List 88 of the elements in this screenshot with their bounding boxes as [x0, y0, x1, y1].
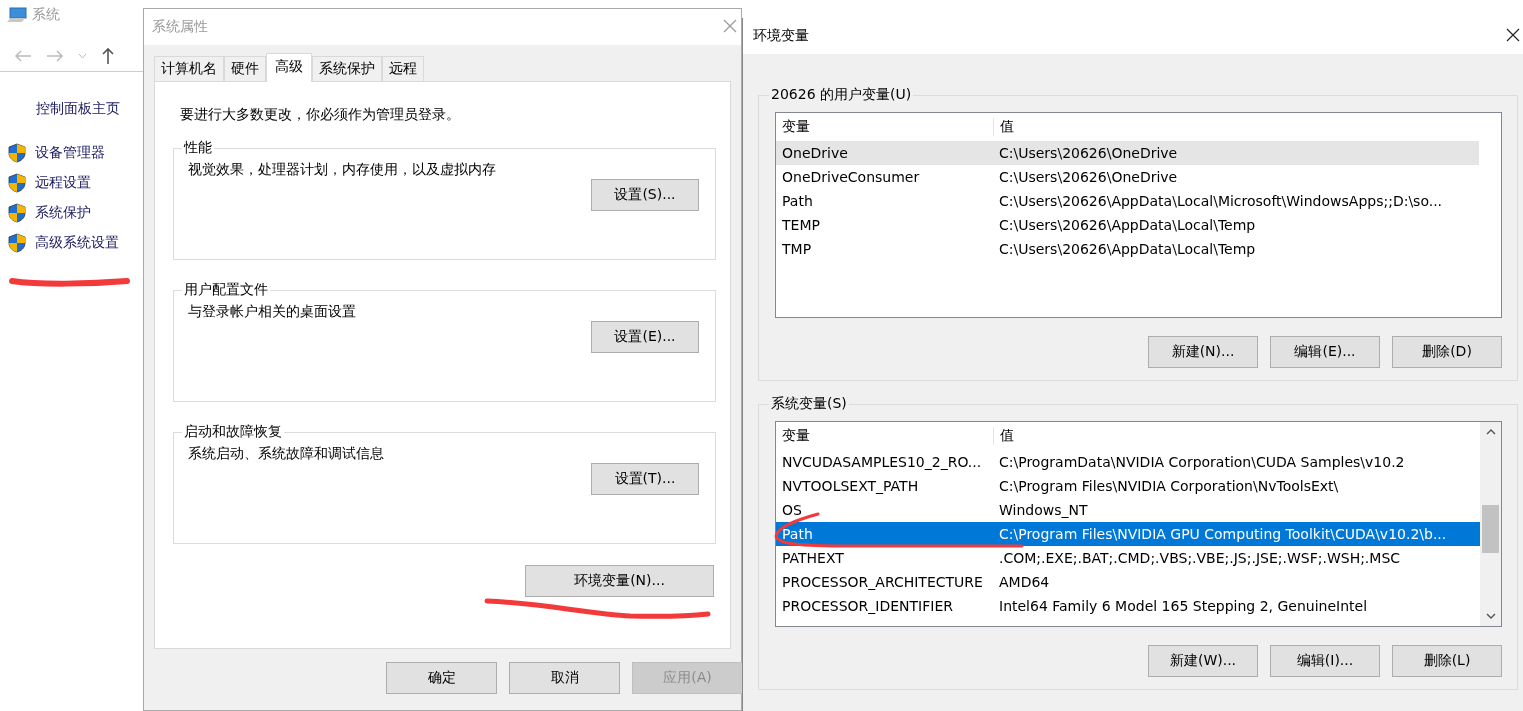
- variable-value: Intel64 Family 6 Model 165 Stepping 2, GenuineIntel: [998, 598, 1368, 614]
- scroll-down-icon[interactable]: [1485, 613, 1496, 620]
- column-header[interactable]: 值: [994, 118, 1014, 136]
- variable-value: AMD64: [998, 574, 1050, 590]
- variable-value: C:\Users\20626\OneDrive: [998, 169, 1178, 185]
- group-description: 视觉效果，处理器计划，内存使用，以及虚拟内存: [188, 161, 497, 179]
- variable-button[interactable]: 删除(L): [1392, 645, 1502, 677]
- window-title: 系统: [32, 6, 60, 24]
- section-title: 20626 的用户变量(U): [770, 86, 913, 104]
- forward-arrow-icon[interactable]: [46, 49, 64, 63]
- tab[interactable]: 计算机名: [154, 56, 224, 81]
- variable-button[interactable]: 编辑(I)...: [1270, 645, 1380, 677]
- variable-name: NVTOOLSEXT_PATH: [781, 478, 920, 494]
- tab[interactable]: 系统保护: [312, 56, 382, 81]
- scrollbar[interactable]: [1480, 422, 1501, 626]
- variable-value: C:\Users\20626\OneDrive: [998, 145, 1178, 161]
- variable-name: Path: [781, 526, 814, 542]
- group-title: 用户配置文件: [183, 281, 269, 299]
- sidebar-link[interactable]: 系统保护: [35, 204, 91, 222]
- group-title: 性能: [182, 139, 213, 157]
- variable-name: OneDrive: [781, 145, 849, 161]
- variable-value: C:\Program Files\NVIDIA Corporation\NvToolsExt\: [998, 478, 1339, 494]
- admin-notice: 要进行大多数更改，你必须作为管理员登录。: [180, 106, 461, 124]
- close-icon[interactable]: [1506, 28, 1520, 42]
- home-link[interactable]: 控制面板主页: [36, 100, 143, 118]
- variable-name: OS: [781, 502, 803, 518]
- settings-button[interactable]: 设置(S)...: [591, 179, 699, 211]
- variable-value: C:\Users\20626\AppData\Local\Microsoft\WindowsApps;;D:\so...: [998, 193, 1443, 209]
- up-arrow-icon[interactable]: [101, 47, 115, 65]
- variable-name: NVCUDASAMPLES10_2_RO...: [781, 454, 983, 470]
- settings-button[interactable]: 设置(T)...: [591, 463, 699, 495]
- variable-button[interactable]: 新建(N)...: [1148, 336, 1258, 368]
- variable-value: C:\ProgramData\NVIDIA Corporation\CUDA Samples\v10.2: [998, 454, 1405, 470]
- variable-row[interactable]: TMP C:\Users\20626\AppData\Local\Temp: [776, 237, 1479, 261]
- sidebar-link[interactable]: 高级系统设置: [35, 234, 119, 252]
- variable-value: C:\Users\20626\AppData\Local\Temp: [998, 217, 1256, 233]
- environment-variables-button[interactable]: 环境变量(N)...: [525, 565, 714, 597]
- variable-value: Windows_NT: [998, 502, 1088, 518]
- tab[interactable]: 高级: [266, 53, 312, 82]
- column-header[interactable]: 变量: [776, 427, 994, 445]
- variable-row[interactable]: PROCESSOR_ARCHITECTURE AMD64: [776, 570, 1480, 594]
- column-header[interactable]: 值: [994, 427, 1014, 445]
- shield-icon: [8, 233, 26, 253]
- variable-name: TMP: [781, 241, 813, 257]
- shield-icon: [8, 143, 26, 163]
- dialog-button[interactable]: 取消: [509, 662, 620, 694]
- tab[interactable]: 远程: [382, 56, 424, 81]
- variable-name: OneDriveConsumer: [781, 169, 921, 185]
- settings-button[interactable]: 设置(E)...: [591, 321, 699, 353]
- variable-row[interactable]: PATHEXT .COM;.EXE;.BAT;.CMD;.VBS;.VBE;.JS;.JSE;.WSF;.WSH;.MSC: [776, 546, 1480, 570]
- variable-name: Path: [781, 193, 814, 209]
- variable-button[interactable]: 新建(W)...: [1148, 645, 1258, 677]
- back-arrow-icon[interactable]: [14, 49, 32, 63]
- variable-value: .COM;.EXE;.BAT;.CMD;.VBS;.VBE;.JS;.JSE;.WSF;.WSH;.MSC: [998, 550, 1401, 566]
- dialog-title: 环境变量: [753, 27, 809, 45]
- variable-name: PROCESSOR_IDENTIFIER: [781, 598, 954, 614]
- group-description: 与登录帐户相关的桌面设置: [188, 303, 357, 321]
- scroll-up-icon[interactable]: [1485, 428, 1496, 435]
- variable-row[interactable]: PROCESSOR_IDENTIFIER Intel64 Family 6 Model 165 Stepping 2, GenuineIntel: [776, 594, 1480, 618]
- dialog-button[interactable]: 确定: [386, 662, 497, 694]
- section-title: 系统变量(S): [770, 395, 848, 413]
- group-description: 系统启动、系统故障和调试信息: [188, 445, 385, 463]
- shield-icon: [8, 173, 26, 193]
- dropdown-caret-icon[interactable]: [78, 53, 87, 59]
- variable-name: PATHEXT: [781, 550, 845, 566]
- group-title: 启动和故障恢复: [183, 423, 283, 441]
- variable-row[interactable]: NVCUDASAMPLES10_2_RO... C:\ProgramData\NVIDIA Corporation\CUDA Samples\v10.2: [776, 450, 1480, 474]
- variable-button[interactable]: 删除(D): [1392, 336, 1502, 368]
- scrollbar-thumb[interactable]: [1482, 505, 1499, 553]
- variable-row[interactable]: Path C:\Program Files\NVIDIA GPU Computing Toolkit\CUDA\v10.2\b...: [776, 522, 1480, 546]
- sidebar-link[interactable]: 设备管理器: [35, 144, 105, 162]
- variable-row[interactable]: OneDrive C:\Users\20626\OneDrive: [776, 141, 1479, 165]
- sidebar-link[interactable]: 远程设置: [35, 174, 91, 192]
- variable-row[interactable]: OneDriveConsumer C:\Users\20626\OneDrive: [776, 165, 1479, 189]
- variable-value: C:\Program Files\NVIDIA GPU Computing Toolkit\CUDA\v10.2\b...: [998, 526, 1447, 542]
- variable-row[interactable]: NVTOOLSEXT_PATH C:\Program Files\NVIDIA Corporation\NvToolsExt\: [776, 474, 1480, 498]
- dialog-title: 系统属性: [152, 18, 208, 36]
- computer-icon: [6, 7, 28, 23]
- variable-row[interactable]: TEMP C:\Users\20626\AppData\Local\Temp: [776, 213, 1479, 237]
- variable-row[interactable]: Path C:\Users\20626\AppData\Local\Microsoft\WindowsApps;;D:\so...: [776, 189, 1479, 213]
- variable-row[interactable]: OS Windows_NT: [776, 498, 1480, 522]
- column-header[interactable]: 变量: [776, 118, 994, 136]
- shield-icon: [8, 203, 26, 223]
- variable-name: TEMP: [781, 217, 821, 233]
- variable-value: C:\Users\20626\AppData\Local\Temp: [998, 241, 1256, 257]
- tab[interactable]: 硬件: [224, 56, 266, 81]
- variable-button[interactable]: 编辑(E)...: [1270, 336, 1380, 368]
- variable-name: PROCESSOR_ARCHITECTURE: [781, 574, 984, 590]
